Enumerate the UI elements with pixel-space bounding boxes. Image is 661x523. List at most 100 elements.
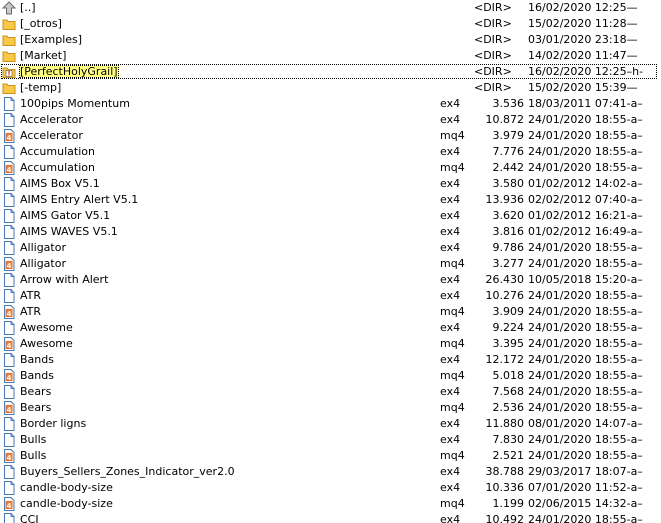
file-date: 02/06/2015 14:32-a– [528,497,643,510]
file-name: AIMS WAVES V5.1 [20,225,118,238]
file-name: Bears [20,385,52,398]
file-name-cell: candle-body-size [19,480,429,496]
file-size: 11.880 [485,417,525,430]
file-size: 10.492 [485,513,525,523]
file-date: 03/01/2020 23:18— [528,33,638,46]
file-row[interactable]: Buyers_Sellers_Zones_Indicator_ver2.0 ex4… [0,464,661,480]
mq4-file-icon: 4 [2,305,16,319]
file-extension [440,0,476,16]
file-icon [2,241,16,255]
file-size: 10.336 [485,481,525,494]
file-icon [2,193,16,207]
file-extension [440,64,476,80]
file-row[interactable]: 4 Alligator mq4 3.277 24/01/2020 18:55-a– [0,256,661,272]
file-size: 3.620 [492,209,525,222]
file-row[interactable]: CCI ex4 10.492 24/01/2020 18:55-a– [0,512,661,523]
file-extension: ex4 [440,273,461,286]
file-row[interactable]: [Market] <DIR> 14/02/2020 11:47— [0,48,661,64]
file-name-cell: candle-body-size [19,496,429,512]
file-name: CCI [20,513,39,523]
file-extension: ex4 [440,465,461,478]
file-extension: mq4 [440,305,465,318]
svg-text:4: 4 [7,406,12,414]
file-row[interactable]: [Examples] <DIR> 03/01/2020 23:18— [0,32,661,48]
file-extension: ex4 [440,241,461,254]
file-row[interactable]: ATR ex4 10.276 24/01/2020 18:55-a– [0,288,661,304]
file-icon [2,145,16,159]
file-row[interactable]: 4 Bulls mq4 2.521 24/01/2020 18:55-a– [0,448,661,464]
file-row[interactable]: Accumulation ex4 7.776 24/01/2020 18:55-a– [0,144,661,160]
svg-text:4: 4 [7,134,12,142]
file-row[interactable]: AIMS Entry Alert V5.1 ex4 13.936 02/02/2012… [0,192,661,208]
file-row[interactable]: AIMS WAVES V5.1 ex4 3.816 01/02/2012 16:49-… [0,224,661,240]
file-name-cell: Bulls [19,448,429,464]
file-size: 7.568 [492,385,525,398]
folder-icon [2,81,16,95]
file-name-cell: CCI [19,512,429,523]
file-extension [440,48,476,64]
file-extension: ex4 [440,417,461,430]
file-row[interactable]: 4 Bears mq4 2.536 24/01/2020 18:55-a– [0,400,661,416]
file-extension: mq4 [440,497,465,510]
svg-text:4: 4 [7,166,12,174]
file-row[interactable]: Arrow with Alert ex4 26.430 10/05/2018 15:2… [0,272,661,288]
file-list: [..] <DIR> 16/02/2020 12:25— [_otros] <DIR> 1… [0,0,661,523]
file-row[interactable]: [-temp] <DIR> 15/02/2020 15:39— [0,80,661,96]
file-size: 12.172 [485,353,525,366]
file-row[interactable]: Border ligns ex4 11.880 08/01/2020 14:07-a– [0,416,661,432]
file-size: 13.936 [485,193,525,206]
file-icon [2,209,16,223]
file-row[interactable]: 4 Bands mq4 5.018 24/01/2020 18:55-a– [0,368,661,384]
file-extension: ex4 [440,433,461,446]
file-row[interactable]: 100pips Momentum ex4 3.536 18/03/2011 07:41… [0,96,661,112]
file-row[interactable]: 4 Awesome mq4 3.395 24/01/2020 18:55-a– [0,336,661,352]
file-icon [2,465,16,479]
file-date: 15/02/2020 11:28— [528,17,638,30]
file-name: [_otros] [20,17,62,30]
file-icon [2,513,16,523]
dir-marker: <DIR> [474,49,512,62]
file-name: ATR [20,305,42,318]
file-row[interactable]: AIMS Gator V5.1 ex4 3.620 01/02/2012 16:21-… [0,208,661,224]
file-name-cell: ATR [19,288,429,304]
file-row[interactable]: Accelerator ex4 10.872 24/01/2020 18:55-a– [0,112,661,128]
file-row[interactable]: 4 Accumulation mq4 2.442 24/01/2020 18:55-a– [0,160,661,176]
file-name: Alligator [20,241,66,254]
file-name: [Market] [20,49,67,62]
file-extension: mq4 [440,129,465,142]
file-row[interactable]: candle-body-size ex4 10.336 07/01/2020 11:5… [0,480,661,496]
file-row[interactable]: Awesome ex4 9.224 24/01/2020 18:55-a– [0,320,661,336]
file-extension: ex4 [440,113,461,126]
file-row[interactable]: [_otros] <DIR> 15/02/2020 11:28— [0,16,661,32]
file-row[interactable]: Bands ex4 12.172 24/01/2020 18:55-a– [0,352,661,368]
file-date: 24/01/2020 18:55-a– [528,385,643,398]
file-row[interactable]: 4 ATR mq4 3.909 24/01/2020 18:55-a– [0,304,661,320]
file-row[interactable]: AIMS Box V5.1 ex4 3.580 01/02/2012 14:02-a– [0,176,661,192]
file-row[interactable]: ! [PerfectHolyGrail] <DIR> 16/02/2020 12:25… [0,64,661,80]
file-name-cell: AIMS Entry Alert V5.1 [19,192,429,208]
file-row[interactable]: 4 candle-body-size mq4 1.199 02/06/2015 14:3… [0,496,661,512]
file-row[interactable]: Bulls ex4 7.830 24/01/2020 18:55-a– [0,432,661,448]
file-name: Accelerator [20,129,83,142]
file-row[interactable]: [..] <DIR> 16/02/2020 12:25— [0,0,661,16]
file-size: 1.199 [492,497,525,510]
file-name-cell: Bulls [19,432,429,448]
mq4-file-icon: 4 [2,401,16,415]
file-row[interactable]: Bears ex4 7.568 24/01/2020 18:55-a– [0,384,661,400]
mq4-file-icon: 4 [2,257,16,271]
dir-marker: <DIR> [474,1,512,14]
file-name-cell: Alligator [19,240,429,256]
file-icon [2,417,16,431]
file-name: AIMS Box V5.1 [20,177,100,190]
file-row[interactable]: 4 Accelerator mq4 3.979 24/01/2020 18:55-a– [0,128,661,144]
file-name: Awesome [20,321,73,334]
file-size: 3.816 [492,225,525,238]
file-extension: ex4 [440,353,461,366]
file-date: 10/05/2018 15:20-a– [528,273,643,286]
file-extension: ex4 [440,385,461,398]
file-size: 7.776 [492,145,525,158]
file-name-cell: Accumulation [19,144,429,160]
file-row[interactable]: Alligator ex4 9.786 24/01/2020 18:55-a– [0,240,661,256]
file-name: AIMS Entry Alert V5.1 [20,193,139,206]
file-name-cell: Bears [19,384,429,400]
